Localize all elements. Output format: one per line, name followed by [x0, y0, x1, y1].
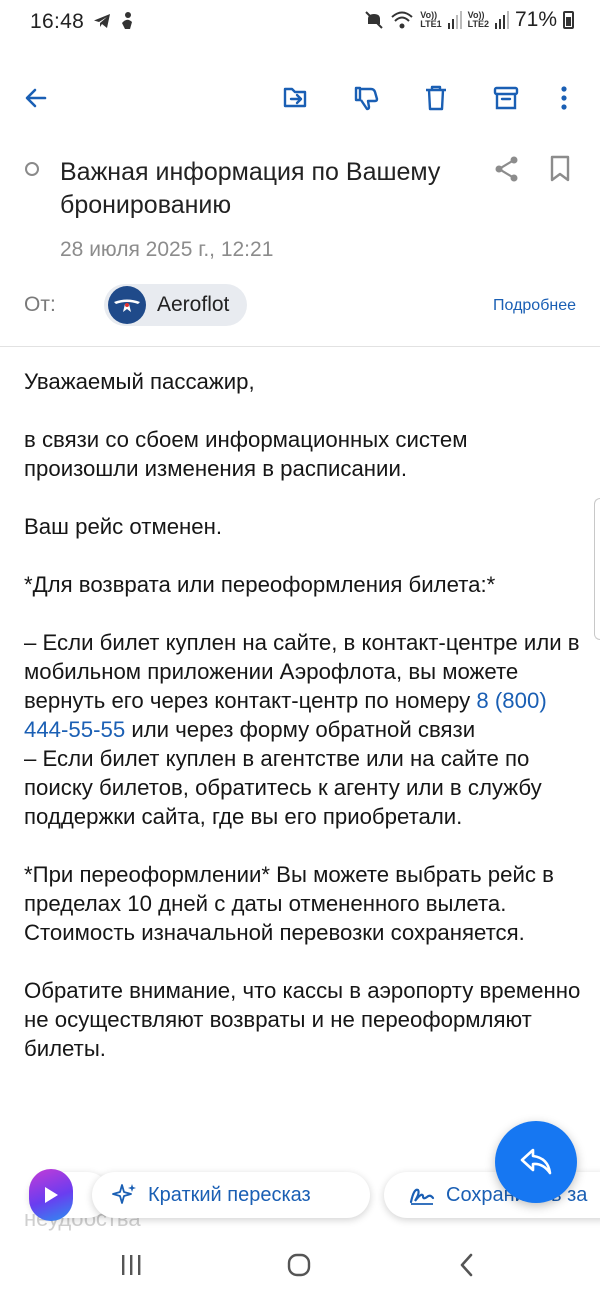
figure-icon	[122, 12, 132, 29]
home-button[interactable]	[279, 1248, 319, 1282]
recents-icon	[122, 1255, 141, 1275]
play-icon	[45, 1187, 58, 1203]
message-body: Уважаемый пассажир, в связи со сбоем инф…	[24, 367, 584, 1092]
back-button[interactable]	[14, 74, 58, 122]
header-divider	[0, 346, 600, 347]
aeroflot-logo-icon	[108, 286, 146, 324]
body-paragraph-2: Ваш рейс отменен.	[24, 514, 223, 539]
thumb-down-icon	[354, 86, 379, 111]
signal2-icon	[494, 11, 509, 29]
archive-icon	[493, 86, 519, 110]
summary-label: Краткий пересказ	[148, 1183, 311, 1206]
body-paragraph-7: Обратите внимание, что кассы в аэропорту…	[24, 978, 581, 1061]
system-nav-bar	[0, 1232, 600, 1299]
back-nav-button[interactable]	[447, 1248, 487, 1282]
body-paragraph-4-end: или через форму обратной связи	[125, 717, 476, 742]
signature-icon	[409, 1188, 435, 1205]
spam-button[interactable]	[344, 74, 388, 122]
details-link[interactable]: Подробнее	[493, 297, 576, 315]
battery-icon	[563, 11, 574, 29]
assistant-button[interactable]	[29, 1169, 73, 1221]
recents-button[interactable]	[111, 1248, 151, 1282]
telegram-icon	[94, 14, 110, 28]
lte2-label: LTE2	[467, 19, 489, 29]
share-icon	[495, 156, 518, 182]
sender-name: Aeroflot	[157, 293, 230, 316]
bookmark-icon	[550, 155, 570, 182]
lte2-indicator: Vo)) LTE2	[468, 11, 489, 29]
status-time: 16:48	[30, 10, 85, 33]
status-right: Vo)) LTE1 Vo)) LTE2 71%	[364, 8, 574, 32]
body-paragraph-5: – Если билет куплен в агентстве или на с…	[24, 746, 542, 829]
body-greeting: Уважаемый пассажир,	[24, 369, 255, 394]
message-subject: Важная информация по Вашему бронированию	[60, 158, 441, 219]
back-arrow-icon	[25, 88, 47, 108]
read-status-indicator[interactable]	[25, 162, 39, 176]
body-paragraph-6: *При переоформлении* Вы можете выбрать р…	[24, 862, 554, 945]
reply-icon	[520, 1148, 552, 1175]
message-date: 28 июля 2025 г., 12:21	[60, 238, 274, 261]
back-chevron-icon	[460, 1253, 473, 1277]
body-paragraph-1: в связи со сбоем информационных систем п…	[24, 427, 468, 481]
trash-icon	[426, 85, 446, 111]
delete-button[interactable]	[414, 74, 458, 122]
scroll-indicator[interactable]	[594, 498, 600, 640]
bookmark-button[interactable]	[548, 154, 578, 186]
summary-button[interactable]: Краткий пересказ	[92, 1172, 370, 1218]
from-label: От:	[24, 293, 56, 316]
status-notification-icons	[92, 11, 136, 31]
move-button[interactable]	[274, 74, 318, 122]
share-button[interactable]	[492, 154, 526, 186]
status-bar: 16:48 Vo)) LTE1 Vo)) LTE2 71%	[0, 0, 600, 46]
home-icon	[287, 1253, 311, 1277]
message-toolbar	[0, 74, 600, 126]
sparkle-icon	[112, 1184, 136, 1204]
move-icon	[283, 87, 307, 108]
more-options-button[interactable]	[542, 74, 586, 122]
body-paragraph-3: *Для возврата или переоформления билета:…	[24, 572, 496, 597]
more-vert-icon	[561, 86, 567, 110]
mute-icon	[365, 11, 383, 29]
signal1-icon	[447, 11, 462, 29]
lte1-label: LTE1	[420, 19, 442, 29]
lte1-indicator: Vo)) LTE1	[420, 11, 441, 29]
wifi-icon	[391, 11, 413, 29]
archive-button[interactable]	[484, 74, 528, 122]
battery-percent: 71%	[514, 8, 557, 31]
sender-chip[interactable]: Aeroflot	[104, 284, 248, 326]
body-paragraph-4: – Если билет куплен на сайте, в контакт-…	[24, 628, 584, 744]
reply-button[interactable]	[495, 1121, 577, 1203]
